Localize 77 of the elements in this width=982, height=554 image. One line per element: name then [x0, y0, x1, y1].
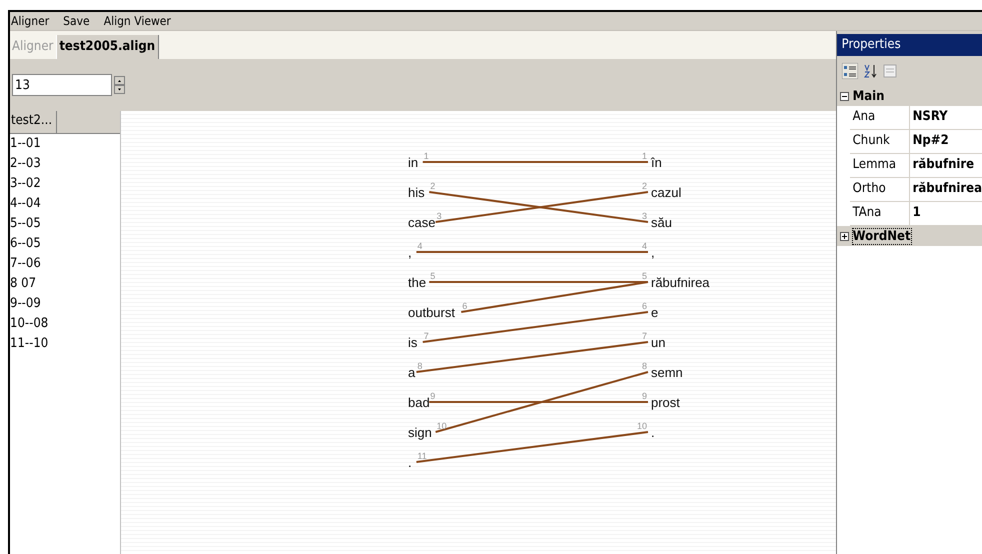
list-item[interactable]: 2--03	[10, 154, 120, 174]
word-number: 6	[462, 301, 468, 311]
property-value[interactable]: răbufnire	[910, 154, 974, 177]
collapse-icon[interactable]	[840, 92, 849, 100]
word-number: 6	[642, 301, 647, 311]
panel-title: Properties	[836, 34, 982, 56]
source-word[interactable]: bad	[408, 395, 430, 410]
source-word[interactable]: his	[408, 185, 425, 200]
source-word[interactable]: ,	[408, 245, 412, 260]
list-item[interactable]: 5--05	[10, 214, 120, 234]
word-number: 2	[642, 181, 647, 191]
source-word[interactable]: is	[408, 335, 418, 350]
word-number: 10	[436, 421, 447, 431]
source-word[interactable]: outburst	[408, 305, 455, 320]
word-number: 3	[642, 211, 647, 221]
source-word[interactable]: .	[408, 455, 412, 470]
property-value[interactable]: Np#2	[910, 130, 949, 153]
property-value[interactable]: răbufnirea	[910, 178, 982, 201]
list-item[interactable]: 10--08	[10, 314, 120, 334]
property-name[interactable]: TAna	[850, 202, 910, 225]
target-word[interactable]: .	[651, 425, 655, 440]
target-word[interactable]: în	[651, 155, 662, 170]
alignment-line[interactable]	[435, 371, 648, 433]
list-item[interactable]: 1--01	[10, 134, 120, 154]
category-label[interactable]: Main	[852, 88, 884, 104]
source-word[interactable]: case	[408, 215, 436, 230]
target-word[interactable]: prost	[651, 395, 680, 410]
tab[interactable]: test2005.align	[56, 35, 160, 59]
word-number: 9	[430, 391, 436, 401]
source-word[interactable]: in	[408, 155, 418, 170]
list-item[interactable]: 8 07	[10, 274, 120, 294]
list-item[interactable]: 6--05	[10, 234, 120, 254]
menu-item[interactable]: Aligner	[11, 13, 50, 29]
list-item[interactable]: 11--10	[10, 334, 120, 354]
expand-icon[interactable]	[840, 232, 849, 240]
list-item[interactable]: 9--09	[10, 294, 120, 314]
target-word[interactable]: un	[651, 335, 666, 350]
property-name[interactable]: Chunk	[850, 130, 910, 153]
property-name[interactable]: Ana	[850, 106, 910, 129]
property-value[interactable]: NSRY	[910, 106, 948, 129]
target-word[interactable]: semn	[651, 365, 683, 380]
word-number: 1	[642, 151, 647, 161]
sort-alphabetical-icon[interactable]	[862, 63, 878, 79]
word-number: 8	[642, 361, 647, 371]
list-item[interactable]: 4--04	[10, 194, 120, 214]
list-item[interactable]: 7--06	[10, 254, 120, 274]
word-number: 3	[436, 211, 442, 221]
word-number: 1	[424, 151, 429, 161]
property-name[interactable]: Lemma	[850, 154, 910, 177]
word-number: 8	[417, 361, 422, 371]
word-number: 4	[417, 241, 422, 251]
target-word[interactable]: e	[651, 305, 658, 320]
word-number: 4	[642, 241, 647, 251]
source-word[interactable]: a	[408, 365, 416, 380]
word-number: 7	[642, 331, 647, 341]
source-word[interactable]: sign	[408, 425, 432, 440]
target-word[interactable]: ,	[651, 245, 655, 260]
alignment-line[interactable]	[416, 341, 648, 373]
property-value[interactable]: 1	[910, 202, 921, 225]
word-number: 5	[430, 271, 436, 281]
word-number: 10	[636, 421, 647, 431]
property-name[interactable]: Ortho	[850, 178, 910, 201]
alignment-line[interactable]	[461, 281, 648, 313]
word-number: 9	[642, 391, 647, 401]
source-word[interactable]: the	[408, 275, 426, 290]
menu-item[interactable]: Align Viewer	[104, 13, 171, 29]
target-word[interactable]: cazul	[651, 185, 682, 200]
list-item[interactable]: 3--02	[10, 174, 120, 194]
target-word[interactable]: său	[651, 215, 672, 230]
word-number: 5	[642, 271, 647, 281]
word-number: 2	[430, 181, 436, 191]
menu-item[interactable]: Save	[63, 13, 90, 29]
word-number: 7	[424, 331, 429, 341]
number-field[interactable]: 13	[12, 74, 112, 96]
categorized-icon[interactable]	[842, 63, 858, 79]
word-number: 11	[417, 451, 427, 461]
target-word[interactable]: răbufnirea	[651, 275, 710, 290]
